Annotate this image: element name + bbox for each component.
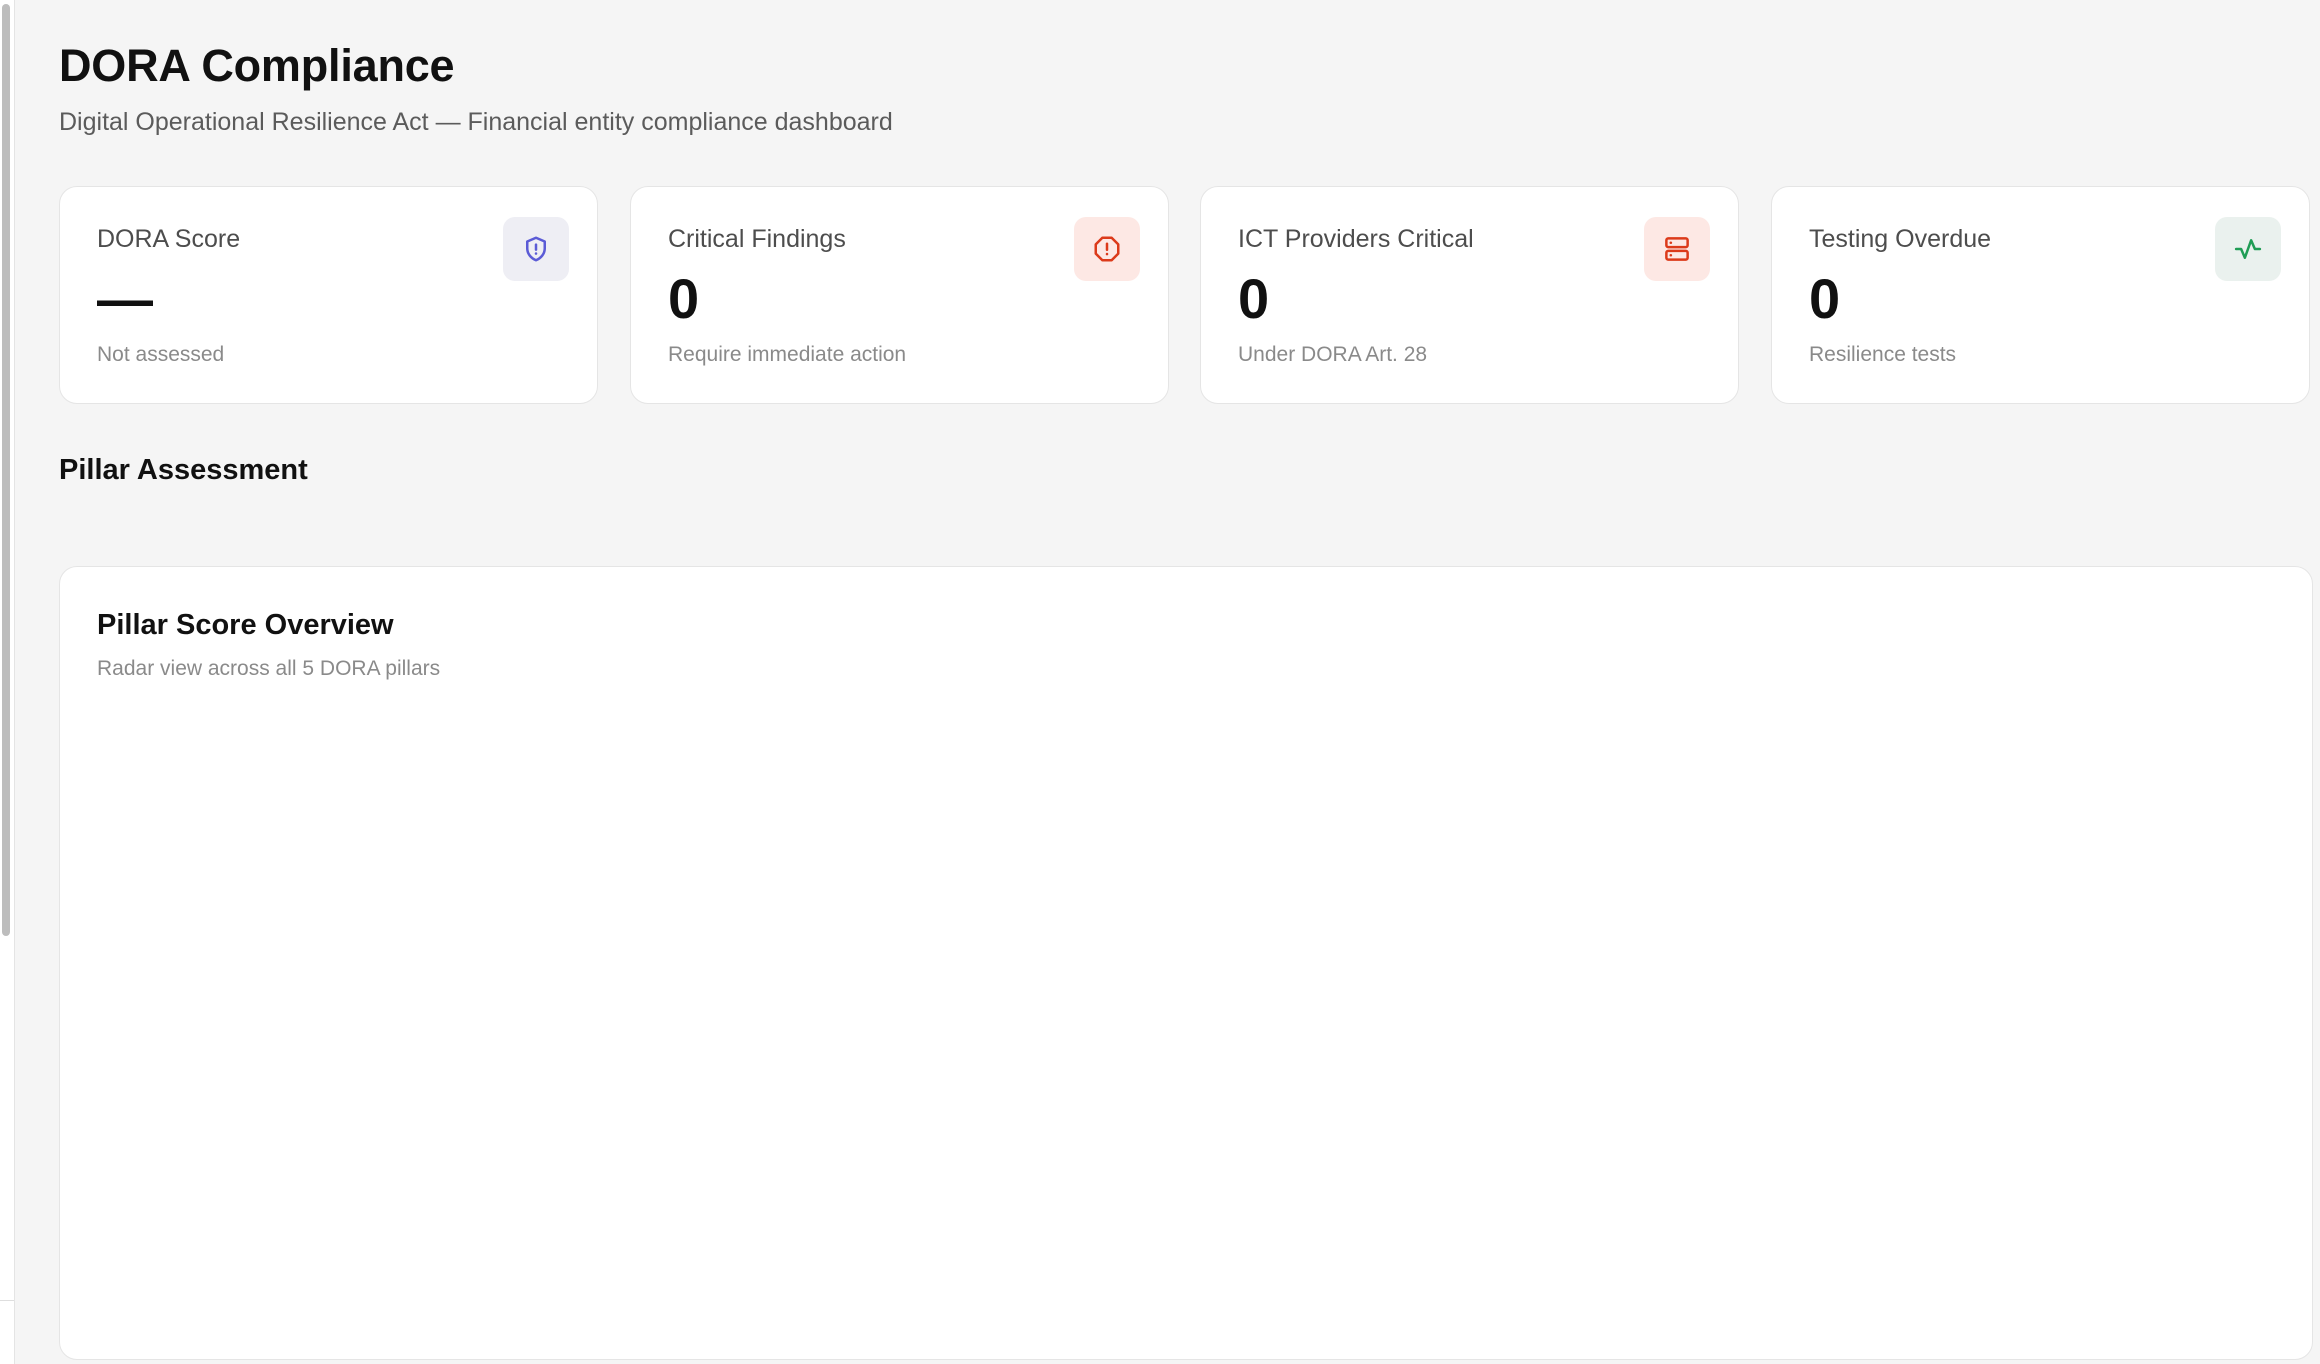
stat-value: 0 [1238,267,1270,330]
stat-label: Testing Overdue [1809,225,1992,253]
page-subtitle: Digital Operational Resilience Act — Fin… [59,108,893,136]
server-icon [1644,217,1710,281]
stat-caption: Require immediate action [668,343,907,366]
shield-alert-icon [503,217,569,281]
octagon-alert-icon [1074,217,1140,281]
stat-card-ict-providers: ICT Providers Critical 0 Under DORA Art.… [1200,186,1739,404]
pillar-score-overview-card: Pillar Score Overview Radar view across … [59,566,2313,1360]
stat-caption: Under DORA Art. 28 [1238,343,1428,366]
chart-card-title: Pillar Score Overview [97,609,394,641]
scrollbar-thumb[interactable] [2,4,10,936]
activity-icon [2215,217,2281,281]
stat-card-critical-findings: Critical Findings 0 Require immediate ac… [630,186,1169,404]
chart-card-subtitle: Radar view across all 5 DORA pillars [97,657,441,680]
radar-chart-area [97,707,2275,1329]
stat-card-testing-overdue: Testing Overdue 0 Resilience tests [1771,186,2310,404]
stat-caption: Resilience tests [1809,343,1957,366]
stat-label: DORA Score [97,225,241,253]
sidebar-divider [0,1300,14,1301]
stat-value: 0 [1809,267,1841,330]
stat-label: Critical Findings [668,225,846,253]
stat-value: — [97,267,153,330]
stat-card-dora-score: DORA Score — Not assessed [59,186,598,404]
page-title: DORA Compliance [59,40,455,91]
section-heading-pillar-assessment: Pillar Assessment [59,454,308,486]
stat-label: ICT Providers Critical [1238,225,1474,253]
stat-caption: Not assessed [97,343,225,366]
sidebar-edge [0,0,15,1364]
stat-value: 0 [668,267,700,330]
app-root: DORA Compliance Digital Operational Resi… [0,0,2320,1364]
